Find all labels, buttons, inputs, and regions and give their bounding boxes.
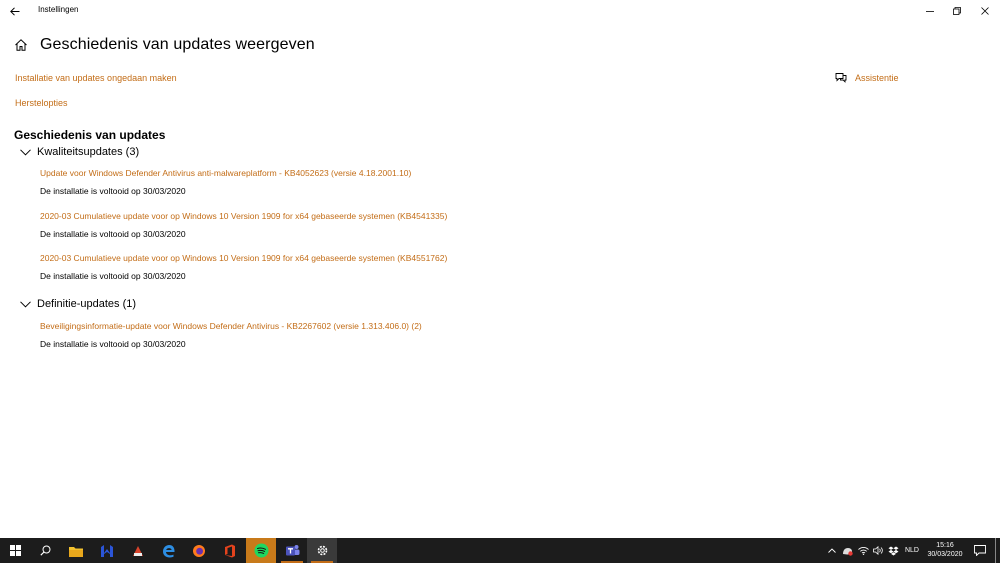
taskbar-settings[interactable]: [307, 538, 337, 563]
taskbar-teams[interactable]: [277, 538, 307, 563]
update-item-link[interactable]: Update voor Windows Defender Antivirus a…: [40, 168, 411, 178]
show-desktop-button[interactable]: [995, 538, 1000, 563]
clock-time: 15:16: [936, 542, 954, 549]
restore-button[interactable]: [943, 2, 971, 20]
close-button[interactable]: [971, 2, 999, 20]
speaker-icon: [872, 546, 883, 555]
group-label: Kwaliteitsupdates (3): [37, 146, 140, 158]
close-icon: [981, 7, 989, 15]
taskbar: NLD 15:16 30/03/2020: [0, 538, 1000, 563]
gear-icon: [317, 545, 327, 556]
uninstall-updates-link[interactable]: Installatie van updates ongedaan maken: [15, 73, 177, 83]
ccleaner-icon: [133, 545, 143, 556]
get-help-link[interactable]: Assistentie: [835, 72, 899, 83]
page-title: Geschiedenis van updates weergeven: [40, 36, 315, 53]
taskbar-malwarebytes[interactable]: [92, 538, 122, 563]
update-item-status: De installatie is voltooid op 30/03/2020: [40, 229, 186, 239]
update-item-status: De installatie is voltooid op 30/03/2020: [40, 271, 186, 281]
antivirus-tray-icon: [842, 547, 853, 556]
notification-icon: [974, 545, 986, 556]
update-item-link[interactable]: Beveiligingsinformatie-update voor Windo…: [40, 321, 422, 331]
taskbar-spotify[interactable]: [246, 538, 276, 563]
folder-icon: [69, 546, 83, 557]
clock-date: 30/03/2020: [927, 551, 963, 558]
recovery-options-link[interactable]: Herstelopties: [15, 98, 68, 108]
windows-logo-icon: [9, 545, 21, 556]
chevron-down-icon: [20, 300, 31, 308]
chat-help-icon: [835, 73, 847, 83]
minimize-button[interactable]: [916, 2, 944, 20]
tray-network[interactable]: [856, 538, 870, 563]
back-button[interactable]: [6, 3, 24, 19]
tray-volume[interactable]: [871, 538, 885, 563]
restore-icon: [953, 7, 961, 15]
group-label: Definitie-updates (1): [37, 298, 137, 310]
dropbox-icon: [888, 546, 898, 555]
arrow-left-icon: [10, 6, 20, 16]
office-icon: [225, 544, 235, 557]
update-item-status: De installatie is voltooid op 30/03/2020: [40, 186, 186, 196]
search-icon: [39, 545, 50, 556]
minimize-icon: [926, 11, 934, 12]
spotify-icon: [254, 543, 268, 558]
action-center-button[interactable]: [970, 538, 990, 563]
update-item-link[interactable]: 2020-03 Cumulatieve update voor op Windo…: [40, 211, 447, 221]
section-title: Geschiedenis van updates: [14, 128, 166, 142]
title-bar: Instellingen: [0, 0, 1000, 22]
app-title: Instellingen: [38, 5, 79, 14]
settings-window: Instellingen Geschiedenis van updates we…: [0, 0, 1000, 538]
firefox-icon: [193, 544, 205, 557]
tray-language[interactable]: NLD: [901, 538, 923, 563]
search-button[interactable]: [30, 538, 60, 563]
taskbar-edge[interactable]: [154, 538, 184, 563]
show-hidden-icons-button[interactable]: [826, 538, 838, 563]
help-label: Assistentie: [855, 72, 899, 83]
start-button[interactable]: [0, 538, 30, 563]
quality-updates-group[interactable]: Kwaliteitsupdates (3): [20, 146, 139, 158]
taskbar-ccleaner[interactable]: [123, 538, 153, 563]
edge-icon: [163, 544, 175, 557]
update-item-link[interactable]: 2020-03 Cumulatieve update voor op Windo…: [40, 253, 447, 263]
malwarebytes-icon: [101, 544, 113, 557]
home-icon[interactable]: [14, 38, 28, 52]
taskbar-firefox[interactable]: [184, 538, 214, 563]
chevron-up-icon: [828, 548, 836, 553]
definition-updates-group[interactable]: Definitie-updates (1): [20, 298, 136, 310]
tray-dropbox[interactable]: [886, 538, 900, 563]
chevron-down-icon: [20, 148, 31, 156]
wifi-icon: [857, 547, 869, 555]
taskbar-file-explorer[interactable]: [61, 538, 91, 563]
teams-icon: [285, 544, 299, 555]
taskbar-clock[interactable]: 15:16 30/03/2020: [925, 541, 965, 559]
tray-antivirus[interactable]: [840, 538, 854, 563]
language-indicator: NLD: [904, 547, 919, 554]
taskbar-office[interactable]: [215, 538, 245, 563]
update-item-status: De installatie is voltooid op 30/03/2020: [40, 339, 186, 349]
